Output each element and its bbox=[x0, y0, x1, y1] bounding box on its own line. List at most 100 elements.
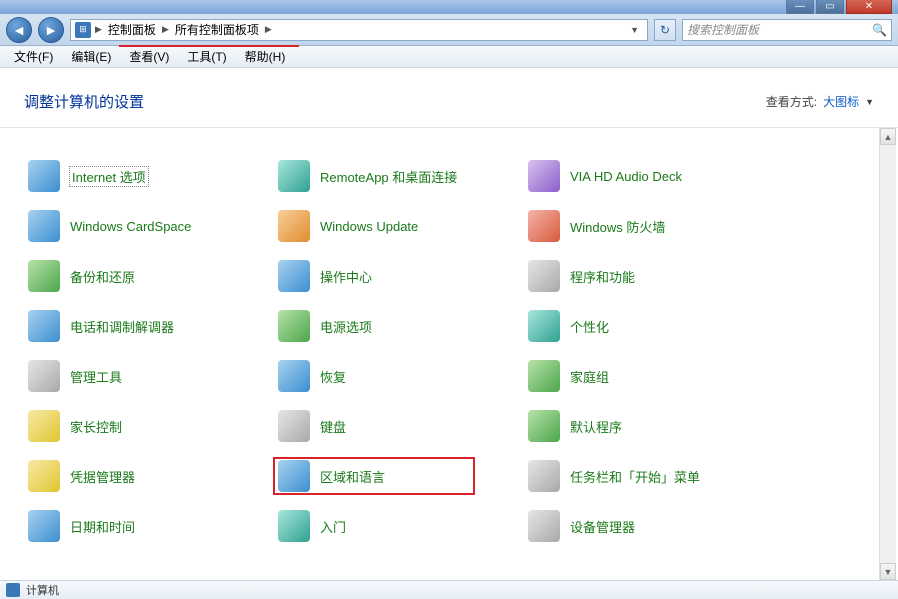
search-placeholder: 搜索控制面板 bbox=[687, 21, 759, 38]
breadcrumb-control-panel[interactable]: 控制面板 bbox=[106, 21, 158, 38]
cp-item-personalization[interactable]: 个性化 bbox=[524, 308, 774, 344]
getting-started-icon bbox=[278, 510, 310, 542]
cp-item-power[interactable]: 电源选项 bbox=[274, 308, 524, 344]
cp-item-label: 程序和功能 bbox=[570, 267, 635, 286]
minimize-button[interactable]: — bbox=[786, 0, 814, 14]
default-programs-icon bbox=[528, 410, 560, 442]
search-input[interactable]: 搜索控制面板 🔍 bbox=[682, 19, 892, 41]
back-button[interactable]: ◄ bbox=[6, 17, 32, 43]
menu-tools[interactable]: 工具(T) bbox=[179, 46, 234, 67]
cp-item-backup[interactable]: 备份和还原 bbox=[24, 258, 274, 294]
navbar: ◄ ► ⊞ ▶ 控制面板 ▶ 所有控制面板项 ▶ ▼ ↻ 搜索控制面板 🔍 bbox=[0, 14, 898, 46]
parental-icon bbox=[28, 410, 60, 442]
refresh-button[interactable]: ↻ bbox=[654, 19, 676, 41]
chevron-down-icon[interactable]: ▼ bbox=[865, 97, 874, 107]
remoteapp-icon bbox=[278, 160, 310, 192]
view-by: 查看方式: 大图标 ▼ bbox=[766, 93, 874, 110]
cp-item-getting-started[interactable]: 入门 bbox=[274, 508, 524, 544]
keyboard-icon bbox=[278, 410, 310, 442]
datetime-icon bbox=[28, 510, 60, 542]
address-dropdown-icon[interactable]: ▼ bbox=[626, 25, 643, 35]
forward-button[interactable]: ► bbox=[38, 17, 64, 43]
cp-item-taskbar[interactable]: 任务栏和「开始」菜单 bbox=[524, 458, 774, 494]
menu-file[interactable]: 文件(F) bbox=[6, 46, 61, 67]
cp-item-label: 管理工具 bbox=[70, 367, 122, 386]
recovery-icon bbox=[278, 360, 310, 392]
cp-item-recovery[interactable]: 恢复 bbox=[274, 358, 524, 394]
cp-item-label: 凭据管理器 bbox=[70, 467, 135, 486]
phone-modem-icon bbox=[28, 310, 60, 342]
programs-icon bbox=[528, 260, 560, 292]
cp-item-cardspace[interactable]: Windows CardSpace bbox=[24, 208, 274, 244]
via-audio-icon bbox=[528, 160, 560, 192]
chevron-right-icon[interactable]: ▶ bbox=[162, 24, 169, 35]
cp-item-label: Internet 选项 bbox=[70, 167, 148, 186]
cp-item-label: Windows 防火墙 bbox=[570, 217, 665, 236]
cp-item-label: RemoteApp 和桌面连接 bbox=[320, 167, 457, 186]
homegroup-icon bbox=[528, 360, 560, 392]
cp-item-label: 电源选项 bbox=[320, 317, 372, 336]
action-center-icon bbox=[278, 260, 310, 292]
page-title: 调整计算机的设置 bbox=[24, 91, 144, 112]
cp-item-internet-options[interactable]: Internet 选项 bbox=[24, 158, 274, 194]
maximize-button[interactable]: ▭ bbox=[816, 0, 844, 14]
personalization-icon bbox=[528, 310, 560, 342]
content-area: Internet 选项 RemoteApp 和桌面连接 VIA HD Audio D… bbox=[0, 128, 898, 580]
cp-item-label: 家长控制 bbox=[70, 417, 122, 436]
computer-icon bbox=[6, 583, 20, 597]
device-manager-icon bbox=[528, 510, 560, 542]
menu-view[interactable]: 查看(V) bbox=[121, 46, 177, 67]
scroll-up-button[interactable]: ▲ bbox=[880, 128, 896, 145]
menu-edit[interactable]: 编辑(E) bbox=[63, 46, 119, 67]
statusbar: 计算机 bbox=[0, 580, 898, 599]
cp-item-label: 家庭组 bbox=[570, 367, 609, 386]
cp-item-label: 任务栏和「开始」菜单 bbox=[570, 467, 700, 486]
cp-item-datetime[interactable]: 日期和时间 bbox=[24, 508, 274, 544]
address-bar[interactable]: ⊞ ▶ 控制面板 ▶ 所有控制面板项 ▶ ▼ bbox=[70, 19, 648, 41]
cp-item-homegroup[interactable]: 家庭组 bbox=[524, 358, 774, 394]
cp-item-label: Windows Update bbox=[320, 219, 418, 234]
cp-item-remoteapp[interactable]: RemoteApp 和桌面连接 bbox=[274, 158, 524, 194]
window-buttons: — ▭ ✕ bbox=[786, 0, 892, 14]
cp-item-parental[interactable]: 家长控制 bbox=[24, 408, 274, 444]
windows-update-icon bbox=[278, 210, 310, 242]
cp-item-label: 入门 bbox=[320, 517, 346, 536]
cp-item-phone-modem[interactable]: 电话和调制解调器 bbox=[24, 308, 274, 344]
cp-item-keyboard[interactable]: 键盘 bbox=[274, 408, 524, 444]
cp-item-admin-tools[interactable]: 管理工具 bbox=[24, 358, 274, 394]
items-grid: Internet 选项 RemoteApp 和桌面连接 VIA HD Audio D… bbox=[24, 158, 882, 544]
scroll-down-button[interactable]: ▼ bbox=[880, 563, 896, 580]
cp-item-credentials[interactable]: 凭据管理器 bbox=[24, 458, 274, 494]
credentials-icon bbox=[28, 460, 60, 492]
titlebar: — ▭ ✕ bbox=[0, 0, 898, 14]
breadcrumb-all-items[interactable]: 所有控制面板项 bbox=[173, 21, 261, 38]
cp-item-programs[interactable]: 程序和功能 bbox=[524, 258, 774, 294]
cp-item-label: 恢复 bbox=[320, 367, 346, 386]
menu-help[interactable]: 帮助(H) bbox=[237, 46, 294, 67]
cp-item-label: 键盘 bbox=[320, 417, 346, 436]
cp-item-label: Windows CardSpace bbox=[70, 219, 191, 234]
cp-item-label: 电话和调制解调器 bbox=[70, 317, 174, 336]
cp-item-action-center[interactable]: 操作中心 bbox=[274, 258, 524, 294]
search-icon[interactable]: 🔍 bbox=[872, 23, 887, 37]
view-header: 调整计算机的设置 查看方式: 大图标 ▼ bbox=[0, 68, 898, 128]
chevron-right-icon[interactable]: ▶ bbox=[265, 24, 272, 35]
scrollbar[interactable]: ▲ ▼ bbox=[879, 128, 896, 580]
close-button[interactable]: ✕ bbox=[846, 0, 892, 14]
chevron-right-icon[interactable]: ▶ bbox=[95, 24, 102, 35]
admin-tools-icon bbox=[28, 360, 60, 392]
region-language-icon bbox=[278, 460, 310, 492]
cp-item-region-language[interactable]: 区域和语言 bbox=[274, 458, 474, 494]
cp-item-device-manager[interactable]: 设备管理器 bbox=[524, 508, 774, 544]
cp-item-label: 区域和语言 bbox=[320, 467, 385, 486]
annotation-underline bbox=[119, 45, 299, 47]
cp-item-default-programs[interactable]: 默认程序 bbox=[524, 408, 774, 444]
cp-item-windows-update[interactable]: Windows Update bbox=[274, 208, 524, 244]
cp-item-label: 设备管理器 bbox=[570, 517, 635, 536]
firewall-icon bbox=[528, 210, 560, 242]
viewby-value[interactable]: 大图标 bbox=[823, 93, 859, 110]
cp-item-label: 操作中心 bbox=[320, 267, 372, 286]
cp-item-via-audio[interactable]: VIA HD Audio Deck bbox=[524, 158, 774, 194]
menubar: 文件(F) 编辑(E) 查看(V) 工具(T) 帮助(H) bbox=[0, 46, 898, 68]
cp-item-firewall[interactable]: Windows 防火墙 bbox=[524, 208, 774, 244]
